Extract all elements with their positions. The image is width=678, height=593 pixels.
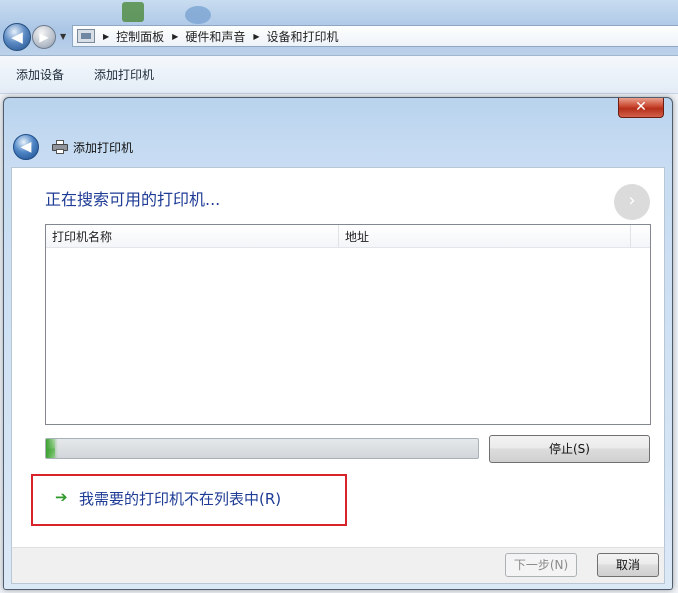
add-printer-dialog: ✕ ◀ 添加打印机 正在搜索可用的打印机... 打印机名称 地址 停止(S) ➔…: [3, 97, 673, 590]
background-decoration: [122, 2, 144, 22]
search-progress-bar: [45, 438, 479, 459]
breadcrumb-devices-printers[interactable]: 设备和打印机: [267, 28, 339, 45]
control-panel-icon: [77, 29, 95, 43]
printer-icon: [52, 140, 68, 154]
breadcrumb-item[interactable]: ▶ 硬件和声音: [164, 28, 245, 45]
add-device-button[interactable]: 添加设备: [0, 66, 78, 83]
background-decoration: [185, 6, 211, 24]
green-arrow-icon[interactable]: ➔: [55, 488, 68, 506]
dialog-content: 正在搜索可用的打印机... 打印机名称 地址 停止(S) ➔ 我需要的打印机不在…: [11, 167, 665, 547]
column-header-spacer: [631, 225, 650, 248]
progress-fill: [46, 439, 58, 458]
column-header-printer-name[interactable]: 打印机名称: [46, 225, 339, 248]
printer-list[interactable]: 打印机名称 地址: [45, 224, 651, 425]
back-arrow-icon[interactable]: ◀: [3, 23, 31, 51]
list-header: 打印机名称 地址: [46, 225, 650, 248]
breadcrumb-item[interactable]: ▶ 设备和打印机: [245, 28, 338, 45]
breadcrumb-item[interactable]: ▶ 控制面板: [101, 28, 164, 45]
cancel-button[interactable]: 取消: [597, 553, 659, 577]
close-icon[interactable]: ✕: [618, 98, 664, 118]
add-printer-button[interactable]: 添加打印机: [78, 66, 168, 83]
chevron-right-icon[interactable]: ›: [614, 184, 650, 220]
chevron-right-icon[interactable]: ▶: [172, 32, 178, 41]
chevron-right-icon[interactable]: ▶: [103, 32, 109, 41]
stop-button[interactable]: 停止(S): [489, 435, 650, 463]
back-arrow-icon[interactable]: ◀: [13, 134, 39, 160]
breadcrumb-control-panel[interactable]: 控制面板: [116, 28, 164, 45]
next-button[interactable]: 下一步(N): [505, 553, 577, 577]
column-header-address[interactable]: 地址: [339, 225, 631, 248]
dialog-footer: 下一步(N) 取消: [11, 547, 665, 584]
explorer-toolbar: 添加设备 添加打印机: [0, 56, 678, 94]
page-title: 正在搜索可用的打印机...: [45, 190, 221, 209]
forward-arrow-icon[interactable]: ▶: [32, 25, 56, 49]
history-dropdown-icon[interactable]: ▼: [60, 32, 66, 41]
printer-not-listed-link[interactable]: 我需要的打印机不在列表中(R): [79, 488, 281, 509]
dialog-title: 添加打印机: [73, 141, 134, 155]
address-field[interactable]: ▶ 控制面板 ▶ 硬件和声音 ▶ 设备和打印机: [72, 25, 678, 47]
breadcrumb-hardware-sound[interactable]: 硬件和声音: [185, 28, 245, 45]
chevron-right-icon[interactable]: ▶: [253, 32, 259, 41]
explorer-address-bar: ◀ ▶ ▼ ▶ 控制面板 ▶ 硬件和声音 ▶ 设备和打印机: [0, 0, 678, 56]
highlight-box: ➔ 我需要的打印机不在列表中(R): [31, 474, 347, 526]
